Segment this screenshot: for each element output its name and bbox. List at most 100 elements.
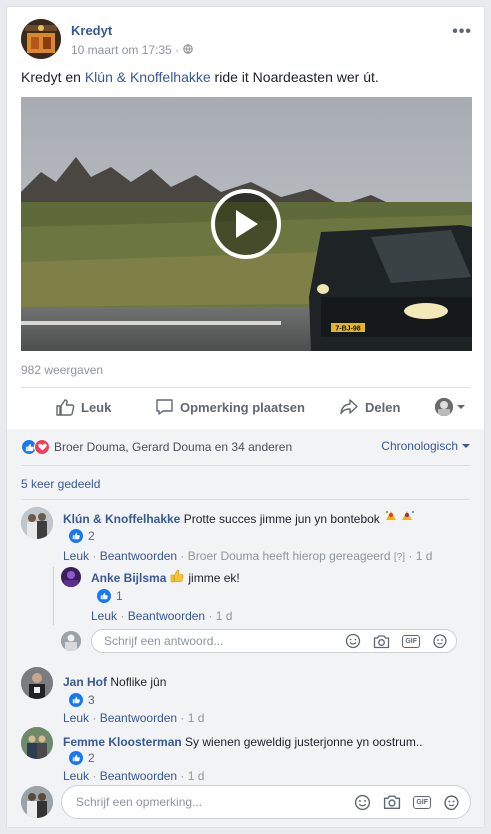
section-divider: [21, 499, 470, 500]
section-divider: [21, 465, 470, 466]
comment-author[interactable]: Jan Hof: [63, 675, 107, 689]
reply-author[interactable]: Anke Bijlsma: [91, 571, 166, 585]
comment-like-link[interactable]: Leuk: [63, 769, 89, 783]
like-count-value: 2: [88, 751, 95, 765]
comment-composer: Schrijf een opmerking... GIF: [21, 785, 472, 819]
gif-icon[interactable]: GIF: [413, 795, 431, 809]
share-label: Delen: [365, 399, 401, 415]
avatar[interactable]: [21, 507, 53, 539]
reacted-by-text[interactable]: Broer Douma heeft hierop gereageerd: [188, 549, 391, 563]
avatar[interactable]: [21, 667, 53, 699]
reply-text: jimme ek!: [188, 570, 240, 585]
like-count-value: 2: [88, 529, 95, 543]
video-player[interactable]: 7-BJ-98: [21, 97, 472, 351]
page-avatar[interactable]: [21, 19, 61, 59]
share-button[interactable]: Delen: [339, 398, 400, 416]
like-button[interactable]: Leuk: [55, 398, 111, 416]
comment-actions: Leuk · Beantwoorden · 1 d: [63, 711, 205, 725]
caret-down-icon: [462, 444, 470, 448]
comment-actions: Leuk · Beantwoorden · Broer Douma heeft …: [63, 549, 433, 563]
share-count[interactable]: 5 keer gedeeld: [21, 477, 100, 491]
comment-order-dropdown[interactable]: Chronologisch: [381, 439, 470, 453]
reply-reply-link[interactable]: Beantwoorden: [128, 609, 205, 623]
comment-input[interactable]: Schrijf een opmerking... GIF: [61, 785, 471, 819]
post-card: Kredyt 10 maart om 17:35 · ••• Kredyt en…: [6, 6, 485, 828]
reply-like-link[interactable]: Leuk: [91, 609, 117, 623]
edit-marker: [?]: [393, 552, 406, 563]
reply-input[interactable]: Schrijf een antwoord... GIF: [91, 629, 457, 653]
post-text-pre: Kredyt en: [21, 69, 85, 85]
play-icon: [236, 210, 258, 238]
like-reaction-icon: [69, 751, 83, 765]
globe-icon: [183, 43, 193, 57]
comment-reply-link[interactable]: Beantwoorden: [100, 711, 177, 725]
like-reaction-icon: [97, 589, 111, 603]
comment-like-count[interactable]: 2: [69, 529, 95, 543]
comment-like-link[interactable]: Leuk: [63, 711, 89, 725]
license-plate: 7-BJ-98: [335, 326, 360, 333]
post-header: Kredyt 10 maart om 17:35 · •••: [21, 19, 472, 67]
post-text: Kredyt en Klún & Knoffelhakke ride it No…: [21, 69, 379, 85]
comment-like-link[interactable]: Leuk: [63, 549, 89, 563]
emoji-icon[interactable]: [345, 633, 361, 649]
comment-body: Jan Hof Noflike jûn: [63, 675, 166, 689]
comment-like-count[interactable]: 3: [69, 693, 95, 707]
comment-placeholder: Schrijf een opmerking...: [76, 795, 203, 809]
comment: Femme Kloosterman Sy wienen geweldig jus…: [21, 727, 472, 783]
comment-text: Sy wienen geweldig justerjonne yn oostru…: [185, 735, 423, 749]
gif-icon[interactable]: GIF: [402, 634, 420, 648]
comment-reply-link[interactable]: Beantwoorden: [100, 549, 177, 563]
comment-author[interactable]: Femme Kloosterman: [63, 735, 182, 749]
comment: Klún & Knoffelhakke Protte succes jimme …: [21, 507, 472, 567]
view-count: 982 weergaven: [21, 363, 104, 377]
love-reaction-icon: [34, 439, 50, 455]
identity-avatar: [435, 398, 453, 416]
comment-actions: Leuk · Beantwoorden · 1 d: [63, 769, 205, 783]
sticker-icon[interactable]: [432, 633, 448, 649]
emoji-icon: [383, 511, 417, 526]
reaction-names[interactable]: Broer Douma, Gerard Douma en 34 anderen: [54, 440, 292, 454]
comment-time[interactable]: 1 d: [188, 769, 205, 783]
comment-label: Opmerking plaatsen: [180, 399, 305, 415]
comment-body: Klún & Knoffelhakke Protte succes jimme …: [63, 509, 417, 526]
comment-text: Protte succes jimme jun yn bontebok: [183, 512, 380, 526]
comment-time[interactable]: 1 d: [188, 711, 205, 725]
more-options-icon[interactable]: •••: [452, 23, 472, 41]
avatar: [61, 631, 81, 651]
share-icon: [340, 399, 358, 415]
reply-actions: Leuk · Beantwoorden · 1 d: [91, 609, 233, 623]
comment-button[interactable]: Opmerking plaatsen: [155, 398, 305, 416]
avatar[interactable]: [61, 567, 81, 587]
sticker-icon[interactable]: [443, 794, 460, 811]
comment-order-label: Chronologisch: [381, 439, 458, 453]
like-reaction-icon: [69, 693, 83, 707]
play-button[interactable]: [211, 189, 281, 259]
comment-text: Noflike jûn: [110, 675, 167, 689]
post-date[interactable]: 10 maart om 17:35 ·: [71, 43, 179, 57]
like-label: Leuk: [81, 399, 112, 415]
thumbs-up-emoji-icon: [170, 569, 184, 586]
comment-like-count[interactable]: 2: [69, 751, 95, 765]
reply-time[interactable]: 1 d: [216, 609, 233, 623]
page-name[interactable]: Kredyt: [71, 23, 112, 38]
comment-author[interactable]: Klún & Knoffelhakke: [63, 512, 180, 526]
comment-input-tools: GIF: [354, 794, 470, 811]
avatar[interactable]: [21, 727, 53, 759]
comment-time[interactable]: 1 d: [416, 549, 433, 563]
camera-icon[interactable]: [383, 794, 401, 810]
reply: Anke Bijlsma jimme ek! 1 Leuk · Beantwoo…: [61, 567, 471, 623]
thumbs-up-icon: [56, 399, 75, 416]
comment-reply-link[interactable]: Beantwoorden: [100, 769, 177, 783]
reply-composer: Schrijf een antwoord... GIF: [61, 629, 471, 653]
post-meta: 10 maart om 17:35 ·: [71, 43, 193, 57]
emoji-icon[interactable]: [354, 794, 371, 811]
reactions-summary[interactable]: Broer Douma, Gerard Douma en 34 anderen …: [21, 437, 470, 457]
post-text-post: ride it Noardeasten wer út.: [210, 69, 379, 85]
reply-placeholder: Schrijf een antwoord...: [104, 634, 224, 648]
camera-icon[interactable]: [373, 634, 390, 649]
like-count-value: 1: [116, 589, 123, 603]
reply-like-count[interactable]: 1: [97, 589, 123, 603]
action-bar: Leuk Opmerking plaatsen Delen: [21, 387, 470, 427]
post-mention[interactable]: Klún & Knoffelhakke: [85, 69, 211, 85]
share-as-selector[interactable]: [435, 398, 466, 416]
